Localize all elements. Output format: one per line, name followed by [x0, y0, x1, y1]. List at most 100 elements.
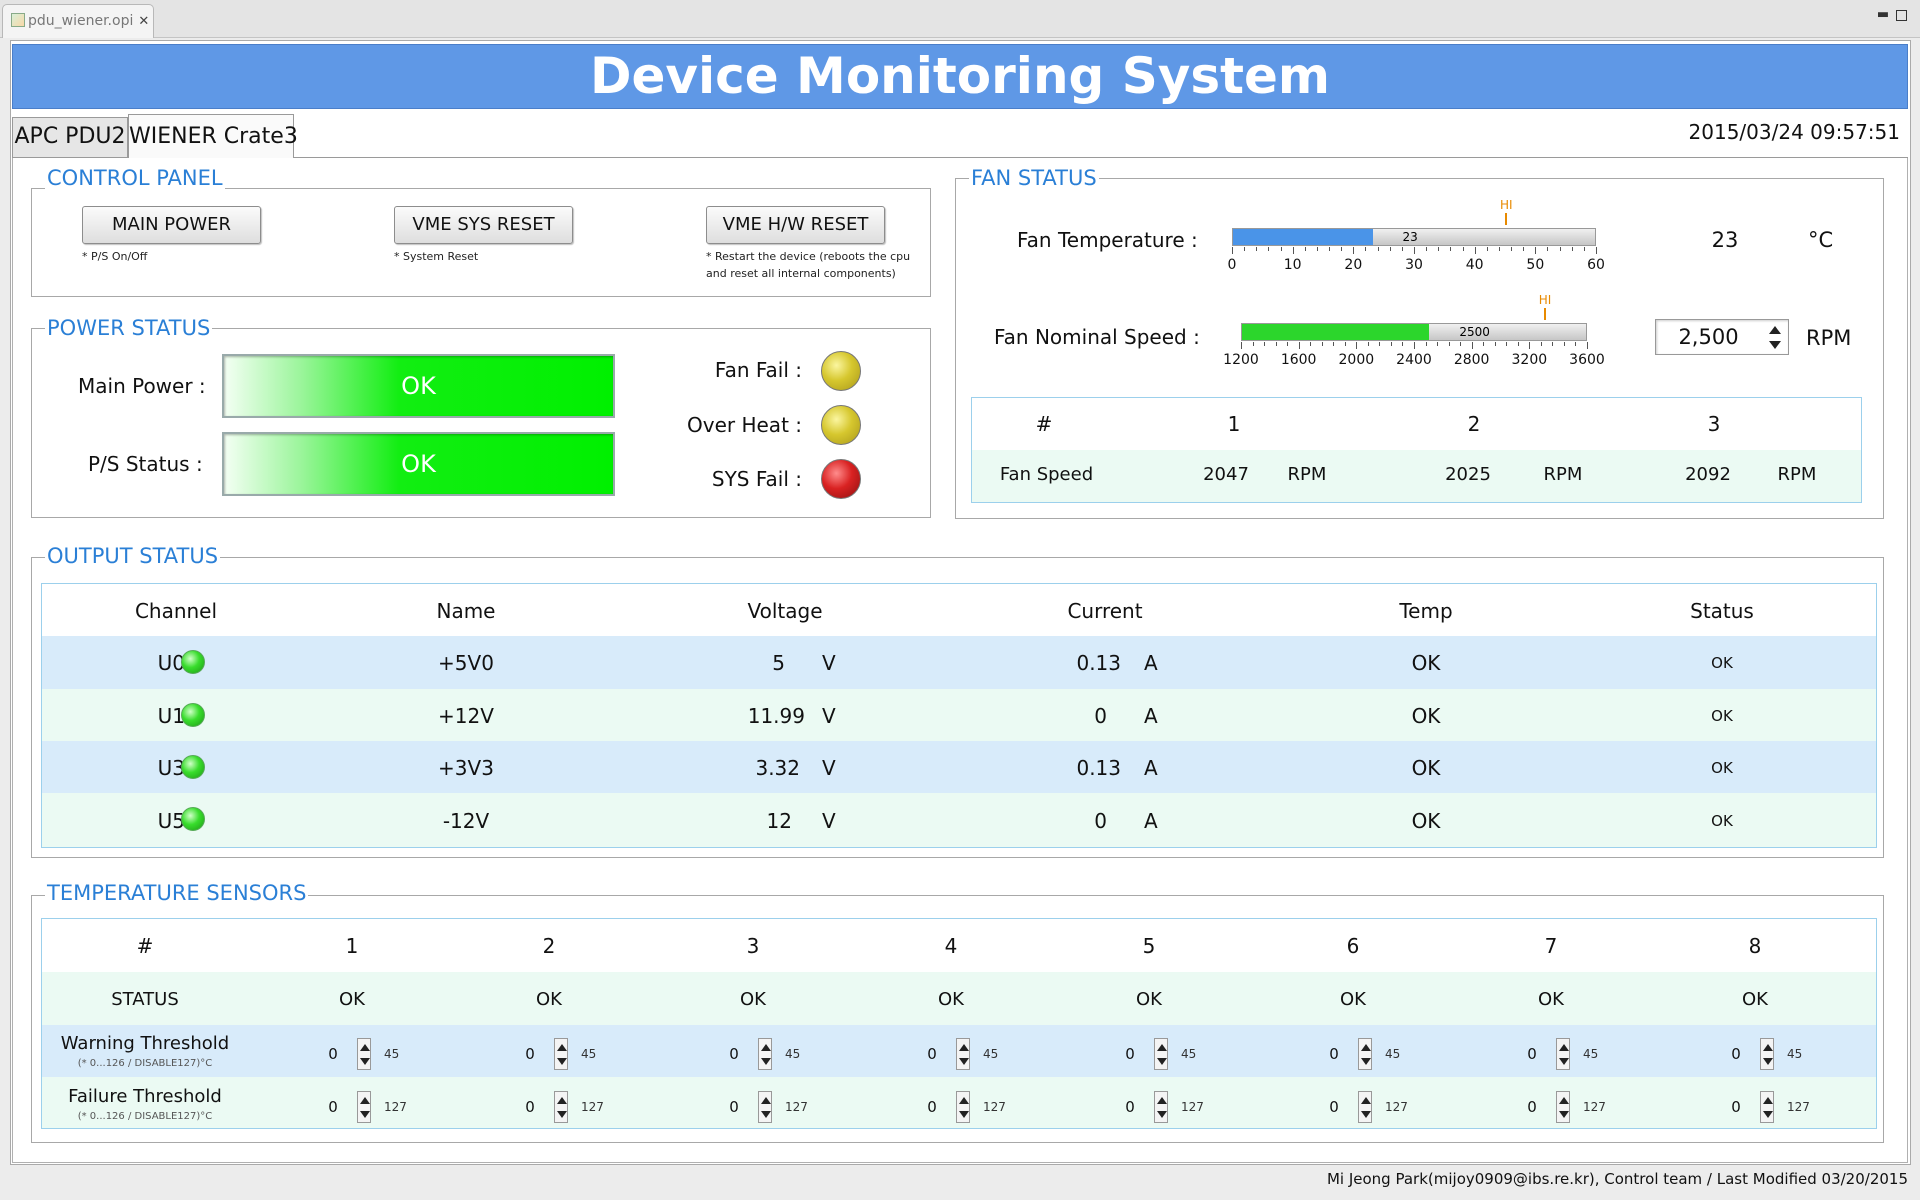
decrement-icon[interactable]: [360, 1058, 370, 1065]
fan-table-hash: #: [1035, 412, 1053, 436]
decrement-icon[interactable]: [1763, 1058, 1773, 1065]
sensor-1-warning-input[interactable]: 0: [325, 1045, 341, 1063]
increment-icon[interactable]: [360, 1097, 370, 1104]
sensor-5-failure-spinner[interactable]: [1154, 1091, 1168, 1123]
decrement-icon[interactable]: [557, 1111, 567, 1118]
vme-sys-reset-note: * System Reset: [394, 250, 479, 263]
sensor-6-warning-input[interactable]: 0: [1326, 1045, 1342, 1063]
maximize-icon[interactable]: [1896, 10, 1907, 21]
sensor-col-8: 8: [1748, 934, 1762, 958]
sensor-7-warning-input[interactable]: 0: [1524, 1045, 1540, 1063]
minimize-icon[interactable]: ▬: [1876, 8, 1890, 22]
fan-nominal-speed-label: Fan Nominal Speed :: [994, 325, 1200, 349]
sensor-4-failure-input[interactable]: 0: [924, 1098, 940, 1116]
gauge-tick: [1540, 342, 1542, 346]
sensor-3-warning-spinner[interactable]: [758, 1038, 772, 1070]
sensor-6-warning-spinner[interactable]: [1358, 1038, 1372, 1070]
decrement-icon[interactable]: [959, 1058, 969, 1065]
decrement-icon[interactable]: [1769, 341, 1781, 349]
sensor-3-status: OK: [740, 989, 766, 1010]
sensor-4-warning-spinner[interactable]: [956, 1038, 970, 1070]
increment-icon[interactable]: [761, 1044, 771, 1051]
increment-icon[interactable]: [1157, 1044, 1167, 1051]
fan-temperature-unit: °C: [1808, 228, 1834, 252]
close-icon[interactable]: ✕: [138, 14, 149, 29]
increment-icon[interactable]: [1559, 1044, 1569, 1051]
decrement-icon[interactable]: [761, 1058, 771, 1065]
increment-icon[interactable]: [557, 1044, 567, 1051]
gauge-value: 2500: [1459, 325, 1490, 339]
increment-icon[interactable]: [1361, 1044, 1371, 1051]
tab-wiener-crate3[interactable]: WIENER Crate3: [128, 114, 298, 158]
decrement-icon[interactable]: [557, 1058, 567, 1065]
gauge-fill: [1233, 229, 1373, 245]
decrement-icon[interactable]: [1361, 1058, 1371, 1065]
sensor-7-failure-spinner[interactable]: [1556, 1091, 1570, 1123]
sensor-1-failure-input[interactable]: 0: [325, 1098, 341, 1116]
vme-hw-reset-button[interactable]: VME H/W RESET: [706, 206, 885, 244]
channel-status: OK: [1711, 812, 1733, 830]
sensor-8-failure-input[interactable]: 0: [1728, 1098, 1744, 1116]
decrement-icon[interactable]: [1361, 1111, 1371, 1118]
gauge-tick: [1437, 342, 1439, 346]
decrement-icon[interactable]: [1157, 1058, 1167, 1065]
decrement-icon[interactable]: [1763, 1111, 1773, 1118]
sensor-4-status: OK: [938, 989, 964, 1010]
sensor-7-failure-input[interactable]: 0: [1524, 1098, 1540, 1116]
sensor-8-failure-spinner[interactable]: [1760, 1091, 1774, 1123]
sensor-2-failure-spinner[interactable]: [554, 1091, 568, 1123]
channel-voltage: 3.32: [755, 756, 800, 780]
sensor-3-warning-input[interactable]: 0: [726, 1045, 742, 1063]
decrement-icon[interactable]: [1559, 1058, 1569, 1065]
fan-nominal-speed-spinner[interactable]: 2,500: [1655, 319, 1789, 355]
increment-icon[interactable]: [1559, 1097, 1569, 1104]
sensor-4-warning-input[interactable]: 0: [924, 1045, 940, 1063]
sensor-7-warning-spinner[interactable]: [1556, 1038, 1570, 1070]
decrement-icon[interactable]: [1157, 1111, 1167, 1118]
sensor-6-failure-input[interactable]: 0: [1326, 1098, 1342, 1116]
sensor-2-warning-input[interactable]: 0: [522, 1045, 538, 1063]
channel-name: +3V3: [438, 756, 494, 780]
sensor-3-failure-input[interactable]: 0: [726, 1098, 742, 1116]
vme-sys-reset-button[interactable]: VME SYS RESET: [394, 206, 573, 244]
increment-icon[interactable]: [1361, 1097, 1371, 1104]
sensor-4-failure-spinner[interactable]: [956, 1091, 970, 1123]
increment-icon[interactable]: [761, 1097, 771, 1104]
sensor-5-warning-spinner[interactable]: [1154, 1038, 1168, 1070]
increment-icon[interactable]: [1769, 326, 1781, 334]
tab-apc-pdu2[interactable]: APC PDU2: [12, 117, 128, 157]
decrement-icon[interactable]: [959, 1111, 969, 1118]
gauge-tick-label: 1600: [1280, 352, 1317, 368]
sensor-5-failure-input[interactable]: 0: [1122, 1098, 1138, 1116]
sensor-3-failure-spinner[interactable]: [758, 1091, 772, 1123]
voltage-unit: V: [822, 756, 836, 780]
editor-tab[interactable]: pdu_wiener.opi ✕: [2, 4, 154, 38]
increment-icon[interactable]: [959, 1097, 969, 1104]
sensor-1-warning-spinner[interactable]: [357, 1038, 371, 1070]
gauge-tick-label: 60: [1587, 257, 1605, 273]
increment-icon[interactable]: [360, 1044, 370, 1051]
sensor-1-failure-spinner[interactable]: [357, 1091, 371, 1123]
gauge-tick: [1310, 342, 1312, 346]
gauge-tick: [1344, 342, 1346, 346]
decrement-icon[interactable]: [761, 1111, 771, 1118]
failure-threshold-label: Failure Threshold: [68, 1086, 222, 1107]
increment-icon[interactable]: [1157, 1097, 1167, 1104]
sensor-8-warning-spinner[interactable]: [1760, 1038, 1774, 1070]
sensor-2-warning-spinner[interactable]: [554, 1038, 568, 1070]
main-power-button[interactable]: MAIN POWER: [82, 206, 261, 244]
increment-icon[interactable]: [557, 1097, 567, 1104]
gauge-tick: [1587, 342, 1588, 349]
increment-icon[interactable]: [1763, 1044, 1773, 1051]
sensor-6-failure-spinner[interactable]: [1358, 1091, 1372, 1123]
decrement-icon[interactable]: [360, 1111, 370, 1118]
fan-nominal-speed-input[interactable]: 2,500: [1656, 320, 1761, 354]
channel-name: +5V0: [438, 651, 494, 675]
increment-icon[interactable]: [1763, 1097, 1773, 1104]
sensor-8-warning-input[interactable]: 0: [1728, 1045, 1744, 1063]
sensor-5-warning-input[interactable]: 0: [1122, 1045, 1138, 1063]
gauge-tick: [1529, 342, 1531, 349]
increment-icon[interactable]: [959, 1044, 969, 1051]
decrement-icon[interactable]: [1559, 1111, 1569, 1118]
sensor-2-failure-input[interactable]: 0: [522, 1098, 538, 1116]
